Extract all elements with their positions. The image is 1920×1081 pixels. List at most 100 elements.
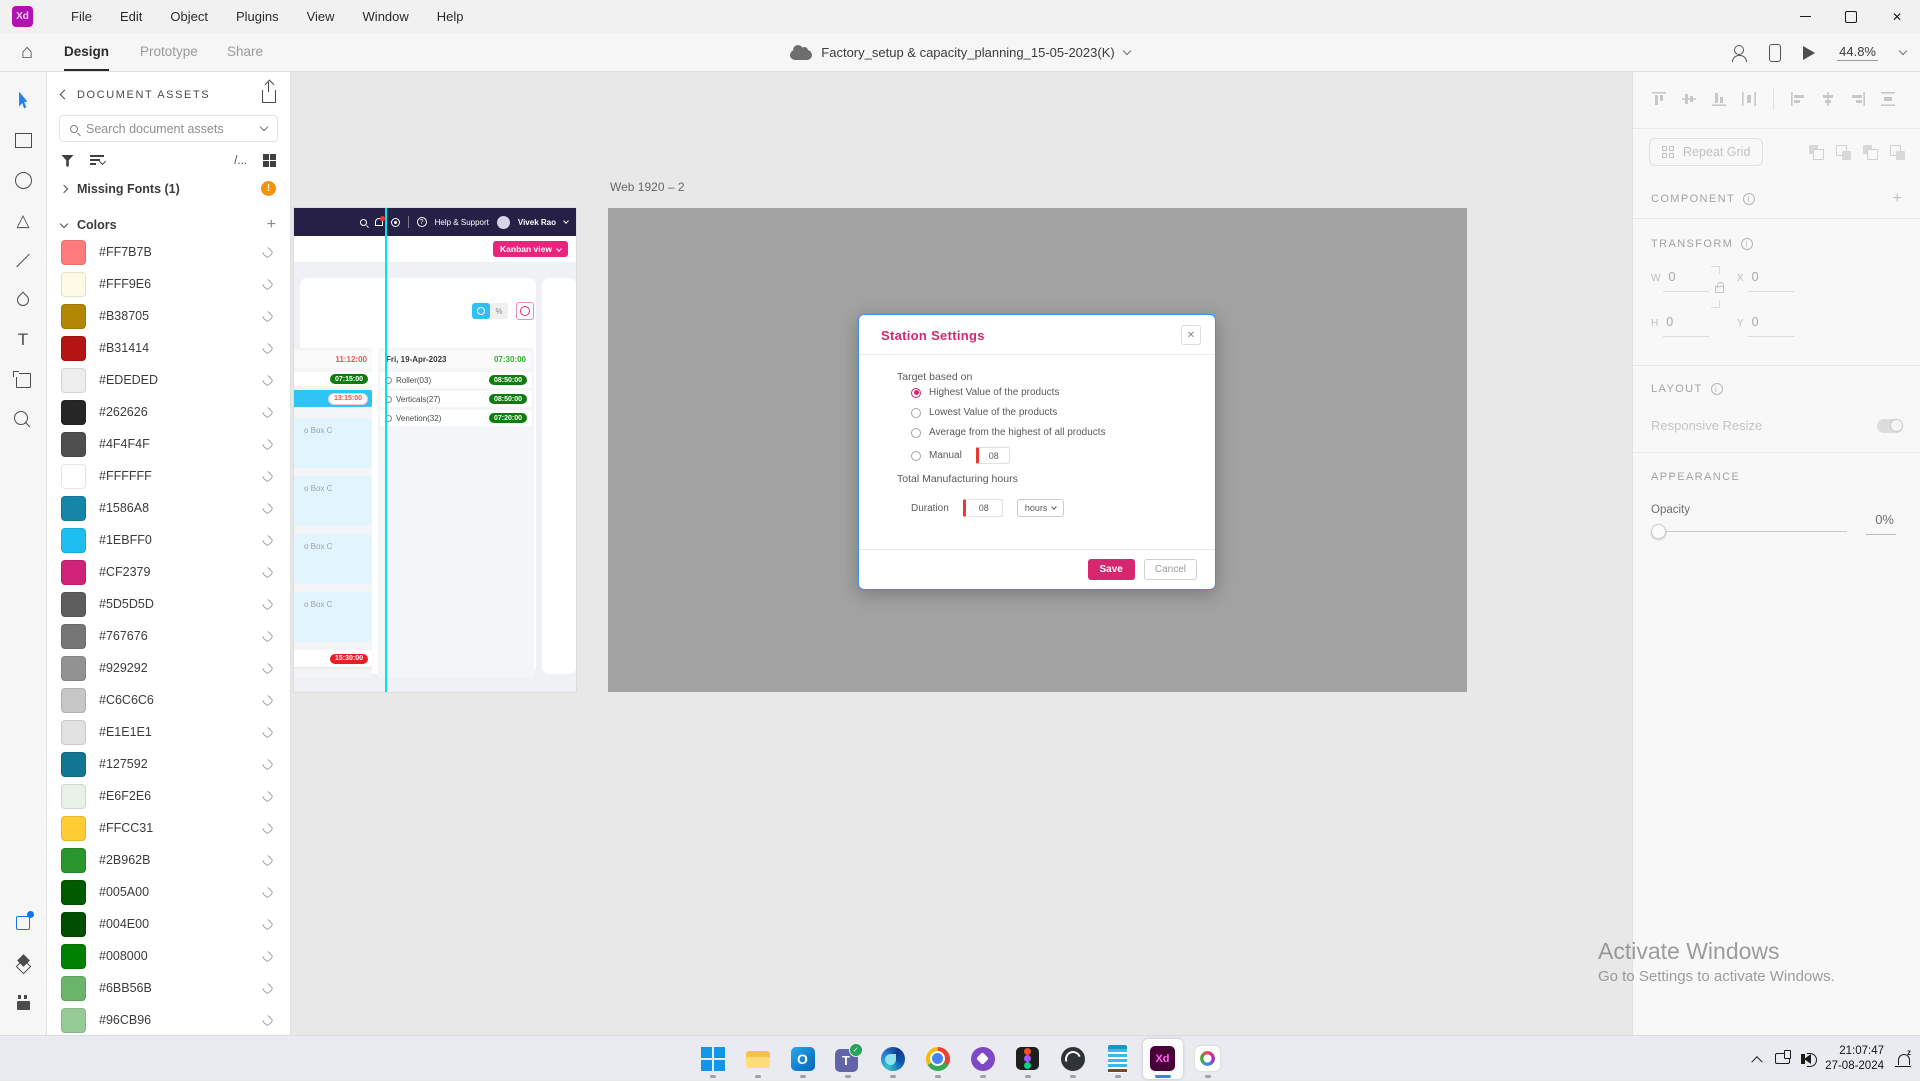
color-row[interactable]: #E6F2E6: [47, 780, 290, 812]
tray-chevron-up-icon[interactable]: [1752, 1056, 1763, 1067]
explorer-taskbar-icon[interactable]: [738, 1039, 778, 1079]
rectangle-tool-icon[interactable]: [0, 120, 46, 160]
add-component-button[interactable]: [1893, 190, 1902, 208]
color-row[interactable]: #FF7B7B: [47, 236, 290, 268]
responsive-resize-toggle[interactable]: [1877, 419, 1903, 433]
radio-icon[interactable]: [911, 408, 921, 418]
align-middle-vertical-icon[interactable]: [1681, 91, 1697, 107]
menu-item[interactable]: Plugins: [222, 0, 293, 33]
distribute-horizontal-icon[interactable]: [1880, 91, 1896, 107]
list-view-icon[interactable]: /...: [234, 155, 247, 167]
color-row[interactable]: #008000: [47, 940, 290, 972]
align-top-icon[interactable]: [1651, 91, 1667, 107]
invite-user-icon[interactable]: [1731, 45, 1747, 61]
device-preview-icon[interactable]: [1769, 44, 1781, 62]
x-field[interactable]: X0: [1737, 270, 1759, 284]
radio-option-average[interactable]: Average from the highest of all products: [911, 427, 1106, 438]
color-row[interactable]: #5D5D5D: [47, 588, 290, 620]
zoom-level[interactable]: 44.8%: [1837, 44, 1878, 61]
plugins-panel-icon[interactable]: [0, 903, 46, 943]
align-center-horizontal-icon[interactable]: [1820, 91, 1836, 107]
color-row[interactable]: #FFF9E6: [47, 268, 290, 300]
figma-taskbar-icon[interactable]: [1008, 1039, 1048, 1079]
station-settings-modal[interactable]: Station Settings Target based on Highest…: [858, 314, 1216, 590]
color-row[interactable]: #929292: [47, 652, 290, 684]
grid-view-icon[interactable]: [263, 154, 276, 167]
share-export-icon[interactable]: [262, 90, 276, 103]
chrome-taskbar-icon[interactable]: [918, 1039, 958, 1079]
missing-fonts-row[interactable]: Missing Fonts (1): [61, 181, 276, 196]
radio-option-lowest[interactable]: Lowest Value of the products: [911, 407, 1057, 418]
artboard-label[interactable]: Web 1920 – 2: [610, 180, 685, 194]
xd-taskbar-icon[interactable]: [1143, 1039, 1183, 1079]
close-icon[interactable]: [1181, 325, 1201, 345]
duration-unit-dropdown[interactable]: hours: [1017, 499, 1065, 517]
layers-panel-icon[interactable]: [0, 943, 46, 983]
tab-design[interactable]: Design: [64, 33, 109, 71]
color-row[interactable]: #005A00: [47, 876, 290, 908]
pen-tool-icon[interactable]: [0, 280, 46, 320]
color-row[interactable]: #767676: [47, 620, 290, 652]
boolean-exclude-icon[interactable]: [1890, 145, 1905, 160]
color-row[interactable]: #B31414: [47, 332, 290, 364]
network-icon[interactable]: [1775, 1053, 1790, 1064]
search-input[interactable]: [86, 122, 253, 136]
color-row[interactable]: #E1E1E1: [47, 716, 290, 748]
maximize-button[interactable]: [1828, 0, 1874, 33]
tab-prototype[interactable]: Prototype: [140, 33, 198, 71]
creative-cloud-taskbar-icon[interactable]: [1188, 1039, 1228, 1079]
home-icon[interactable]: [16, 41, 38, 63]
preview-artboard[interactable]: Help & Support Vivek Rao Kanban view % 1…: [294, 208, 576, 692]
align-bottom-icon[interactable]: [1711, 91, 1727, 107]
color-row[interactable]: #EDEDED: [47, 364, 290, 396]
document-title[interactable]: Factory_setup & capacity_planning_15-05-…: [821, 45, 1114, 60]
boolean-intersect-icon[interactable]: [1863, 145, 1878, 160]
color-row[interactable]: #6BB56B: [47, 972, 290, 1004]
color-row[interactable]: #FFCC31: [47, 812, 290, 844]
menu-item[interactable]: Help: [423, 0, 478, 33]
minimize-button[interactable]: [1782, 0, 1828, 33]
repeat-grid-button[interactable]: Repeat Grid: [1649, 138, 1763, 166]
zoom-tool-icon[interactable]: [0, 400, 46, 440]
line-tool-icon[interactable]: [0, 240, 46, 280]
width-field[interactable]: W0: [1651, 270, 1675, 284]
sort-icon[interactable]: [90, 155, 109, 166]
lock-aspect-icon[interactable]: [1715, 286, 1724, 293]
loop-taskbar-icon[interactable]: [963, 1039, 1003, 1079]
ellipse-tool-icon[interactable]: [0, 160, 46, 200]
zoom-chevron-icon[interactable]: [1899, 47, 1907, 55]
height-field[interactable]: H0: [1651, 315, 1673, 329]
tab-share[interactable]: Share: [227, 33, 263, 71]
color-row[interactable]: #FFFFFF: [47, 460, 290, 492]
opacity-slider-knob[interactable]: [1651, 524, 1666, 539]
radio-selected-icon[interactable]: [911, 388, 921, 398]
menu-item[interactable]: View: [293, 0, 349, 33]
menu-item[interactable]: File: [57, 0, 106, 33]
y-field[interactable]: Y0: [1737, 315, 1759, 329]
colors-section-header[interactable]: Colors: [61, 218, 276, 232]
duration-input[interactable]: 08: [963, 499, 1003, 517]
assets-panel-icon[interactable]: [0, 983, 46, 1023]
volume-icon[interactable]: [1804, 1054, 1811, 1064]
start-taskbar-icon[interactable]: [693, 1039, 733, 1079]
boolean-add-icon[interactable]: [1809, 145, 1824, 160]
save-button[interactable]: Save: [1088, 559, 1135, 580]
color-row[interactable]: #96CB96: [47, 1004, 290, 1035]
opacity-value[interactable]: 0%: [1875, 512, 1894, 527]
boolean-subtract-icon[interactable]: [1836, 145, 1851, 160]
notification-bell-icon[interactable]: [1898, 1054, 1910, 1065]
menu-item[interactable]: Object: [156, 0, 222, 33]
search-chevron-icon[interactable]: [260, 123, 268, 131]
edge-taskbar-icon[interactable]: [873, 1039, 913, 1079]
back-chevron-icon[interactable]: [60, 90, 70, 100]
search-box[interactable]: [59, 115, 278, 142]
polygon-tool-icon[interactable]: [0, 200, 46, 240]
align-left-icon[interactable]: [1790, 91, 1806, 107]
add-color-button[interactable]: [267, 218, 276, 232]
color-row[interactable]: #CF2379: [47, 556, 290, 588]
menu-item[interactable]: Edit: [106, 0, 156, 33]
chevron-down-icon[interactable]: [1122, 47, 1130, 55]
radio-option-manual[interactable]: Manual 08: [911, 447, 1010, 464]
color-row[interactable]: #4F4F4F: [47, 428, 290, 460]
manual-value-input[interactable]: 08: [976, 447, 1010, 464]
